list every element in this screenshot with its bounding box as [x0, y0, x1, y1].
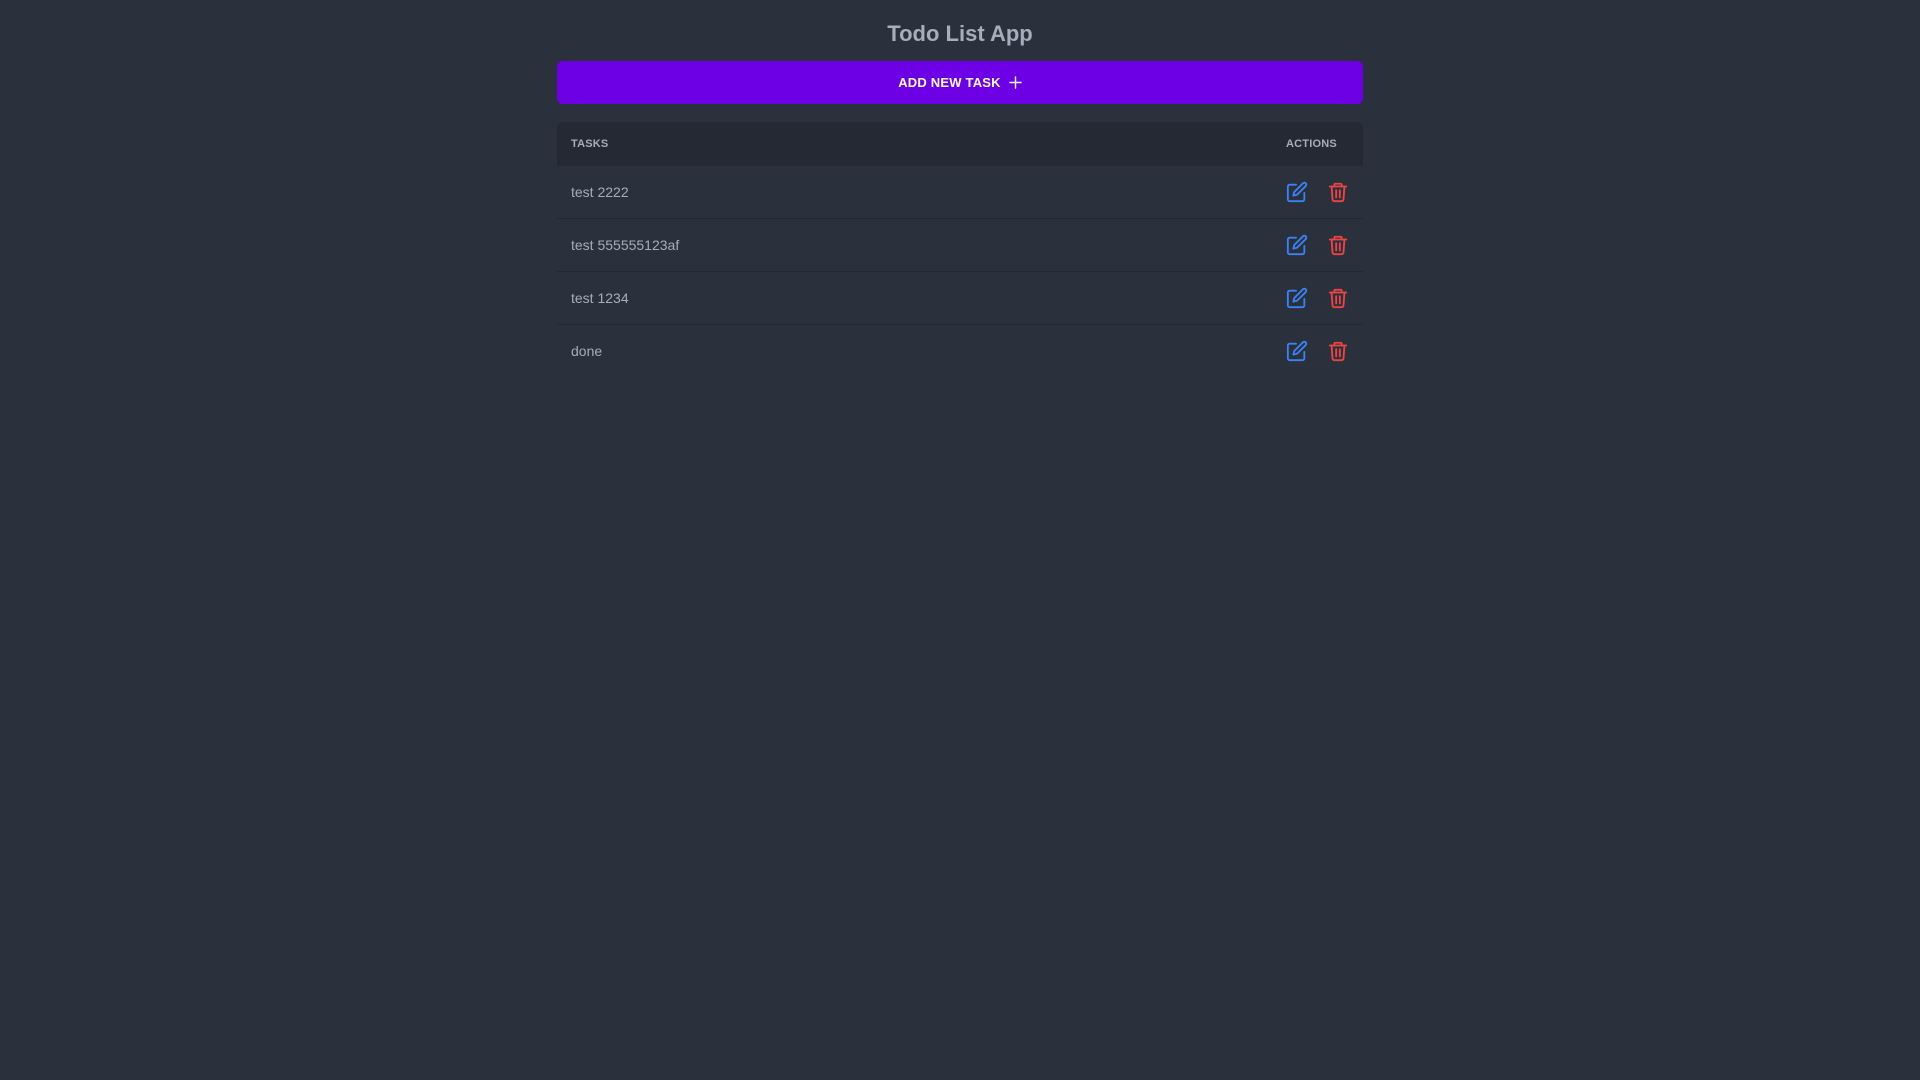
edit-task-button[interactable]: [1284, 338, 1310, 364]
task-text: test 1234: [571, 290, 629, 306]
edit-icon: [1286, 181, 1308, 203]
delete-task-button[interactable]: [1325, 338, 1351, 364]
delete-task-button[interactable]: [1325, 179, 1351, 205]
column-header-tasks: TASKS: [571, 138, 609, 150]
add-new-task-label: ADD NEW TASK: [898, 75, 1001, 90]
page-title: Todo List App: [887, 21, 1033, 46]
delete-task-button[interactable]: [1325, 232, 1351, 258]
tasks-table: TASKS ACTIONS test 2222 test 555555123af…: [557, 122, 1363, 377]
table-header: TASKS ACTIONS: [557, 122, 1363, 166]
edit-task-button[interactable]: [1284, 285, 1310, 311]
edit-icon: [1286, 340, 1308, 362]
add-new-task-button[interactable]: ADD NEW TASK: [557, 61, 1363, 104]
task-text: test 555555123af: [571, 237, 680, 253]
task-text: done: [571, 343, 603, 359]
table-row: test 2222: [557, 166, 1363, 219]
table-row: test 555555123af: [557, 219, 1363, 272]
edit-task-button[interactable]: [1284, 232, 1310, 258]
table-row: test 1234: [557, 272, 1363, 325]
trash-icon: [1328, 288, 1348, 309]
app-root: Todo List App ADD NEW TASK TASKS ACTIONS…: [0, 0, 1920, 1080]
plus-icon: [1008, 76, 1022, 89]
trash-icon: [1328, 341, 1348, 362]
table-row: done: [557, 325, 1363, 377]
edit-task-button[interactable]: [1284, 179, 1310, 205]
trash-icon: [1328, 235, 1348, 256]
edit-icon: [1286, 287, 1308, 309]
delete-task-button[interactable]: [1325, 285, 1351, 311]
column-header-actions: ACTIONS: [1286, 138, 1337, 150]
task-text: test 2222: [571, 184, 629, 200]
trash-icon: [1328, 182, 1348, 203]
edit-icon: [1286, 234, 1308, 256]
